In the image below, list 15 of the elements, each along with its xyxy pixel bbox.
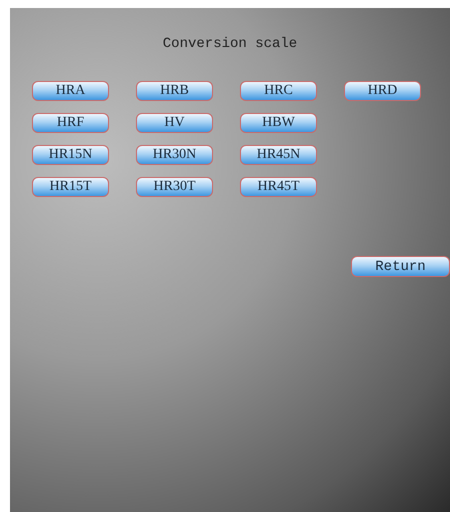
scale-button[interactable]: HR45N [240,145,317,165]
scale-button[interactable]: HRA [32,81,109,101]
scale-button[interactable]: HV [136,113,213,133]
scale-button[interactable]: HR45T [240,177,317,197]
scale-button[interactable]: HRF [32,113,109,133]
scale-button[interactable]: HRD [344,81,421,101]
scale-button[interactable]: HR30T [136,177,213,197]
scale-button[interactable]: HR15T [32,177,109,197]
scale-button[interactable]: HR30N [136,145,213,165]
scale-button[interactable]: HRB [136,81,213,101]
return-button[interactable]: Return [351,256,450,277]
scale-button[interactable]: HRC [240,81,317,101]
scale-button[interactable]: HBW [240,113,317,133]
screen-title: Conversion scale [162,34,298,54]
scale-button[interactable]: HR15N [32,145,109,165]
